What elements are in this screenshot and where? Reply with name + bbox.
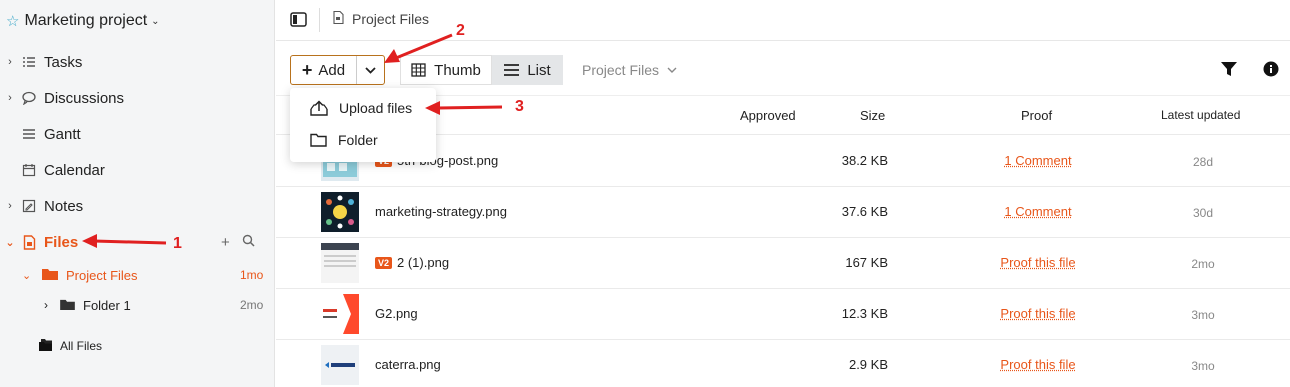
app-window: ☆ Marketing project ⌄ › Tasks › Discussi…	[0, 0, 1290, 387]
annotation-number: 3	[515, 98, 524, 115]
annotation-arrow-3	[425, 101, 503, 115]
annotation-number: 2	[456, 22, 465, 39]
annotation-overlay	[82, 33, 503, 248]
annotation-arrow-1	[82, 234, 167, 248]
annotation-arrow-2	[384, 33, 453, 63]
annotation-number: 1	[173, 235, 182, 252]
